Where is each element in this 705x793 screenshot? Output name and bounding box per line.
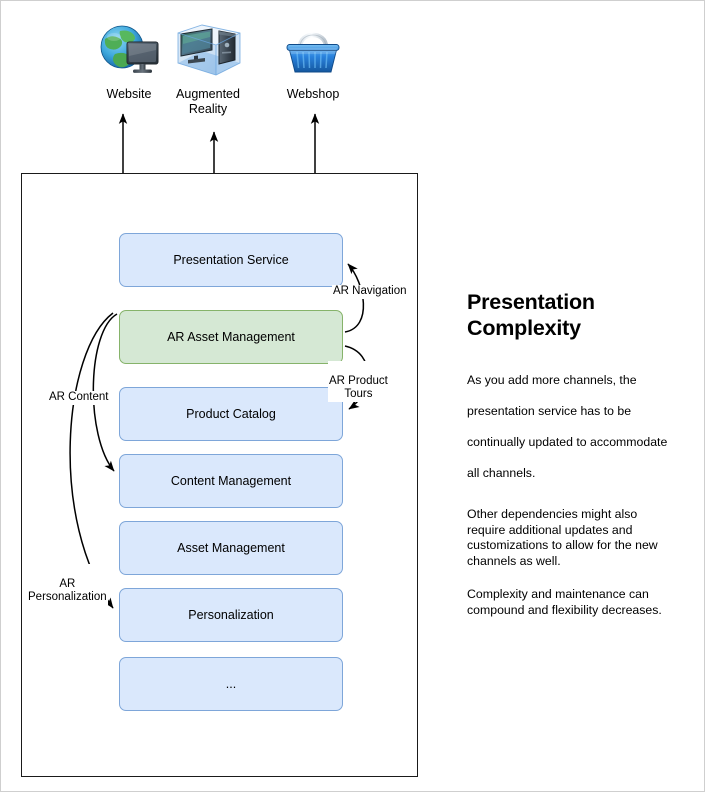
service-label: AR Asset Management [167, 330, 295, 344]
service-label: Product Catalog [186, 407, 276, 421]
explanation-panel: Presentation Complexity As you add more … [467, 289, 677, 618]
service-box-product-catalog[interactable]: Product Catalog [119, 387, 343, 441]
service-label: Content Management [170, 474, 292, 488]
edge-label-ar-content: AR Content [48, 391, 110, 405]
panel-paragraph-3: Complexity and maintenance can compound … [467, 587, 662, 617]
channel-webshop: Webshop [253, 15, 373, 102]
shopping-basket-icon [253, 15, 373, 83]
channel-label: Augmented Reality [176, 87, 240, 116]
service-box-presentation-service[interactable]: Presentation Service [119, 233, 343, 287]
service-box-asset-management[interactable]: Asset Management [119, 521, 343, 575]
edge-label-ar-navigation: AR Navigation [332, 285, 408, 299]
service-label: ... [225, 677, 237, 691]
service-label: Personalization [188, 608, 274, 622]
panel-paragraph-2: Other dependencies might also require ad… [467, 507, 658, 568]
service-label: Presentation Service [173, 253, 289, 267]
ar-projection-icon [148, 15, 268, 83]
service-label: Asset Management [177, 541, 285, 555]
edge-label-ar-product-tours: AR Product Tours [328, 361, 389, 402]
panel-title-line1: Presentation [467, 290, 595, 314]
channel-label: Webshop [286, 87, 340, 101]
service-box-more[interactable]: ... [119, 657, 343, 711]
service-box-ar-asset-management[interactable]: AR Asset Management [119, 310, 343, 364]
channel-augmented-reality: Augmented Reality [148, 15, 268, 117]
panel-paragraph-1: As you add more channels, the presentati… [467, 373, 668, 480]
panel-title: Presentation Complexity [467, 289, 677, 341]
service-box-personalization[interactable]: Personalization [119, 588, 343, 642]
diagram-page: Website Augmented Reality Webshop Presen… [0, 0, 705, 792]
edge-label-ar-personalization: AR Personalization [27, 564, 108, 605]
channel-arrow-group [118, 113, 320, 173]
service-box-content-management[interactable]: Content Management [119, 454, 343, 508]
panel-title-line2: Complexity [467, 316, 581, 340]
